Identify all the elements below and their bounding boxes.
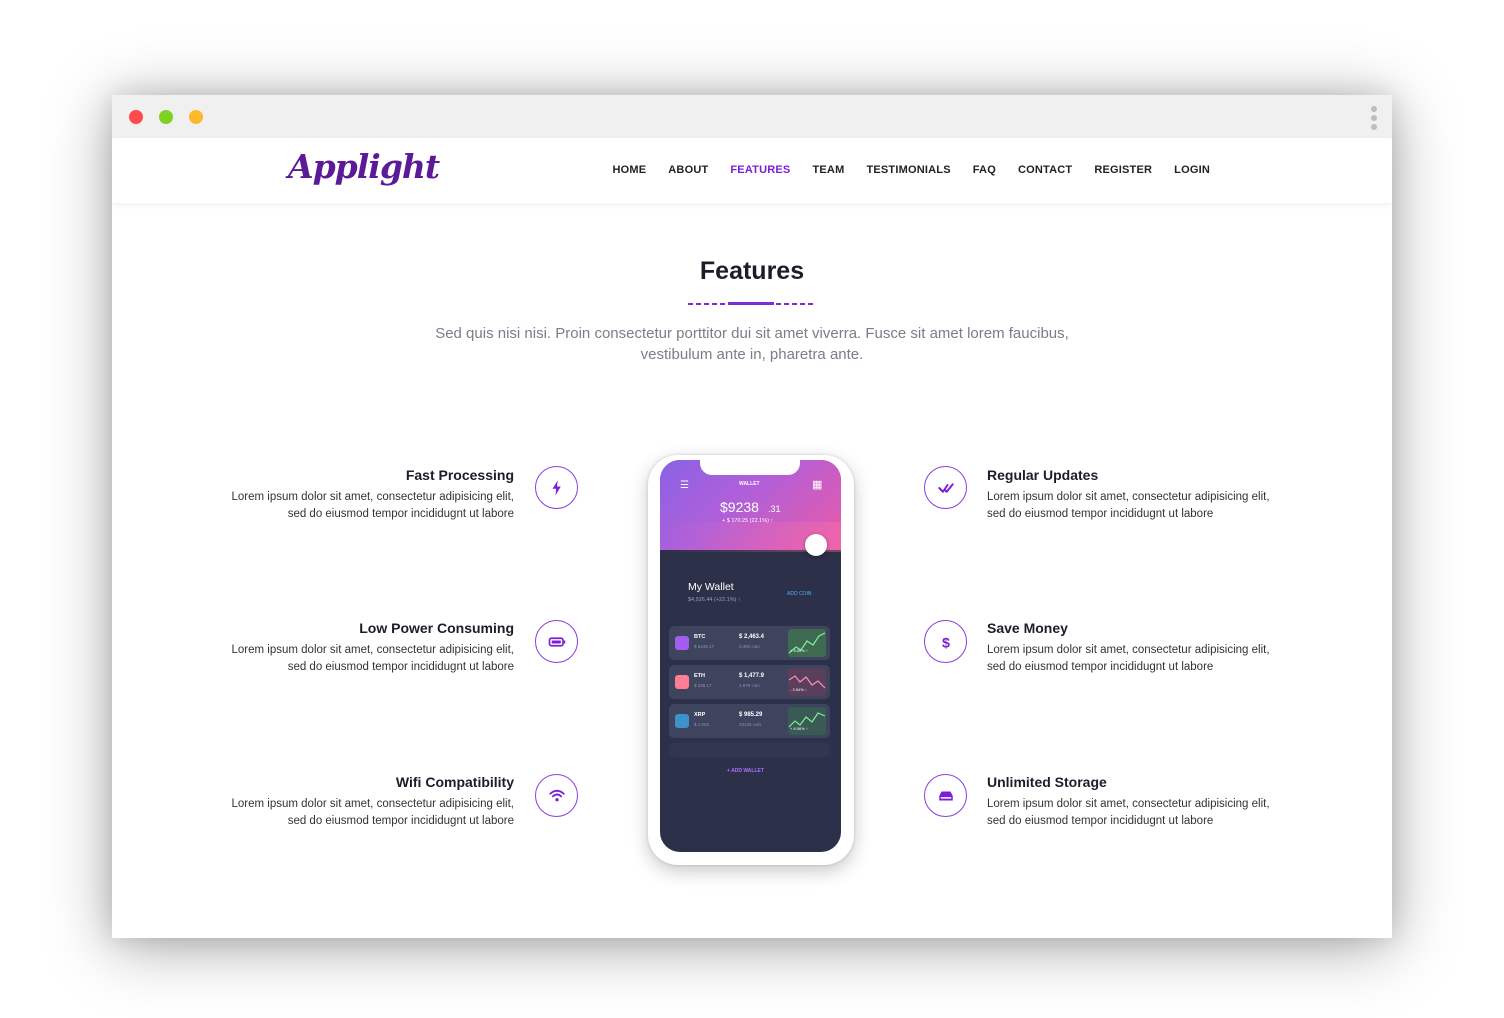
add-wallet-button[interactable]: + ADD WALLET	[727, 768, 764, 774]
window-titlebar	[112, 95, 1392, 138]
nav-register[interactable]: REGISTER	[1094, 164, 1152, 176]
refresh-button[interactable]	[805, 534, 827, 556]
feature-title: Fast Processing	[405, 467, 514, 483]
add-coin-link[interactable]: ADD COIN	[787, 591, 811, 597]
coin-sparkline: - 3.54% ↓	[788, 668, 826, 696]
storage-icon	[924, 774, 967, 817]
coin-symbol: XRP	[694, 712, 706, 718]
feature-text: Lorem ipsum dolor sit amet, consectetur …	[231, 798, 514, 827]
close-window-button[interactable]	[129, 110, 143, 124]
xrp-coin-icon	[675, 714, 689, 728]
feature-text: Lorem ipsum dolor sit amet, consectetur …	[987, 798, 1270, 827]
feature-text: Lorem ipsum dolor sit amet, consectetur …	[987, 491, 1270, 520]
coin-symbol: ETH	[694, 673, 705, 679]
page-backdrop: Applight HOME ABOUT FEATURES TEAM TESTIM…	[0, 0, 1504, 1018]
coin-value: $ 2,463.4	[739, 634, 765, 640]
coin-row-btc[interactable]: BTC $ 6448.17 $ 2,463.4 0.382 coin + 8.5…	[669, 626, 830, 660]
menu-icon[interactable]: ☰	[680, 480, 689, 491]
coin-symbol: BTC	[694, 634, 706, 640]
coin-price: $ 348.17	[694, 683, 712, 688]
feature-title: Unlimited Storage	[987, 774, 1107, 790]
minimize-window-button[interactable]	[159, 110, 173, 124]
coin-row-faded	[669, 743, 830, 757]
maximize-window-button[interactable]	[189, 110, 203, 124]
svg-text:$: $	[942, 635, 950, 651]
feature-title: Low Power Consuming	[359, 620, 514, 636]
nav-faq[interactable]: FAQ	[973, 164, 996, 176]
nav-testimonials[interactable]: TESTIMONIALS	[866, 164, 950, 176]
feature-wifi: Wifi Compatibility Lorem ipsum dolor sit…	[214, 774, 514, 829]
feature-unlimited-storage: Unlimited Storage Lorem ipsum dolor sit …	[987, 774, 1287, 829]
qr-code-icon[interactable]: ▦	[812, 478, 822, 491]
feature-text: Lorem ipsum dolor sit amet, consectetur …	[231, 644, 514, 673]
feature-title: Save Money	[987, 620, 1068, 636]
feature-low-power: Low Power Consuming Lorem ipsum dolor si…	[214, 620, 514, 675]
section-subtitle: Sed quis nisi nisi. Proin consectetur po…	[435, 325, 1069, 363]
wallet-subtitle: $4,926.44 (+22.1%) ↑	[688, 597, 741, 603]
coin-change: - 3.54% ↓	[790, 687, 807, 692]
btc-coin-icon	[675, 636, 689, 650]
coin-price: $ 6448.17	[694, 644, 715, 649]
feature-text: Lorem ipsum dolor sit amet, consectetur …	[231, 491, 514, 520]
more-options-icon[interactable]	[1371, 106, 1377, 130]
feature-regular-updates: Regular Updates Lorem ipsum dolor sit am…	[987, 467, 1287, 522]
eth-coin-icon	[675, 675, 689, 689]
coin-amount: 4.879 coin	[739, 683, 760, 688]
wallet-title: My Wallet	[688, 581, 734, 593]
nav-contact[interactable]: CONTACT	[1018, 164, 1072, 176]
phone-screen: ☰ ▦ WALLET $9238 .31 + $ 170.25 (22.1%) …	[660, 460, 841, 852]
feature-fast-processing: Fast Processing Lorem ipsum dolor sit am…	[214, 467, 514, 522]
double-check-icon	[924, 466, 967, 509]
feature-save-money: Save Money Lorem ipsum dolor sit amet, c…	[987, 620, 1287, 675]
title-divider	[688, 302, 816, 305]
wifi-icon	[535, 774, 578, 817]
balance-main: $9238	[720, 499, 759, 515]
site-logo[interactable]: Applight	[288, 147, 440, 186]
feature-text: Lorem ipsum dolor sit amet, consectetur …	[987, 644, 1270, 673]
feature-title: Regular Updates	[987, 467, 1099, 483]
nav-about[interactable]: ABOUT	[668, 164, 708, 176]
dollar-icon: $	[924, 620, 967, 663]
phone-notch	[700, 460, 800, 475]
nav-team[interactable]: TEAM	[812, 164, 844, 176]
battery-icon	[535, 620, 578, 663]
section-title: Features	[699, 257, 805, 285]
coin-row-eth[interactable]: ETH $ 348.17 $ 1,477.9 4.879 coin - 3.54…	[669, 665, 830, 699]
main-nav: HOME ABOUT FEATURES TEAM TESTIMONIALS FA…	[612, 164, 1210, 176]
nav-home[interactable]: HOME	[612, 164, 646, 176]
coin-change: + 8.56% ↑	[790, 648, 808, 653]
phone-mockup: ☰ ▦ WALLET $9238 .31 + $ 170.25 (22.1%) …	[648, 455, 854, 865]
wallet-header-label: WALLET	[739, 481, 760, 487]
bolt-icon	[535, 466, 578, 509]
coin-amount: 0.382 coin	[739, 644, 760, 649]
balance-cents: .31	[768, 504, 781, 514]
navbar: Applight HOME ABOUT FEATURES TEAM TESTIM…	[112, 138, 1392, 203]
coin-row-xrp[interactable]: XRP $ 1.053 $ 985.29 10135 coin + 8.56% …	[669, 704, 830, 738]
nav-login[interactable]: LOGIN	[1174, 164, 1210, 176]
balance-change: + $ 170.25 (22.1%) ↑	[722, 518, 774, 524]
coin-price: $ 1.053	[694, 722, 710, 727]
coin-amount: 10135 coin	[739, 722, 762, 727]
coin-sparkline: + 8.56% ↑	[788, 629, 826, 657]
feature-title: Wifi Compatibility	[395, 774, 514, 790]
coin-change: + 8.56% ↑	[790, 726, 808, 731]
coin-sparkline: + 8.56% ↑	[788, 707, 826, 735]
browser-window: Applight HOME ABOUT FEATURES TEAM TESTIM…	[112, 95, 1392, 938]
nav-features[interactable]: FEATURES	[730, 164, 790, 176]
coin-value: $ 985.29	[739, 712, 763, 718]
coin-value: $ 1,477.9	[739, 673, 765, 679]
